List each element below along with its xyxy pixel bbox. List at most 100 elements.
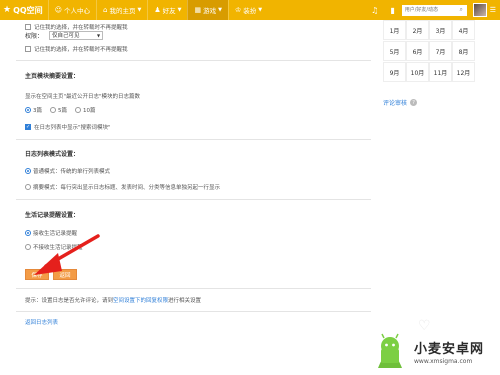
permission-label: 权限： bbox=[25, 33, 44, 40]
radio-summary-mode[interactable] bbox=[25, 184, 31, 190]
nav-label: 装扮 bbox=[243, 7, 257, 15]
divider bbox=[16, 288, 371, 289]
person-icon: ☺ bbox=[54, 6, 62, 14]
help-icon[interactable]: ? bbox=[410, 99, 418, 106]
tip-suffix: 进行相关设置 bbox=[168, 298, 202, 304]
no-remind-row[interactable]: 记住我的选择，并在转载时不再提醒我 bbox=[25, 45, 128, 53]
radio-normal-mode[interactable] bbox=[25, 168, 31, 174]
radio-3[interactable] bbox=[25, 107, 31, 113]
month-cell[interactable]: 12月 bbox=[452, 62, 475, 82]
month-cell[interactable]: 1月 bbox=[383, 20, 406, 40]
module-description: 显示在空间主页"最近公开日志"模块的日志篇数 bbox=[25, 94, 141, 100]
watermark-url: www.xmsigma.com bbox=[414, 357, 473, 365]
radio-5[interactable] bbox=[50, 107, 56, 113]
comment-review-label: 评论审核 bbox=[383, 100, 408, 107]
reply-permission-link[interactable]: 空间设置下的回复权限 bbox=[113, 298, 168, 304]
menu-icon[interactable]: ☰ bbox=[490, 6, 496, 14]
reminder-section-title: 生活记录提醒设置： bbox=[25, 212, 80, 219]
radio-reject[interactable] bbox=[25, 244, 31, 250]
permission-value: 仅自己可见 bbox=[52, 33, 80, 39]
reminder-reject[interactable]: 不接收生活记录提醒 bbox=[25, 243, 83, 251]
nav-item-games[interactable]: ▦ 游戏 ▼ bbox=[187, 0, 228, 20]
cancel-button[interactable]: 返回 bbox=[53, 269, 77, 280]
option-label: 3篇 bbox=[33, 108, 42, 114]
divider bbox=[16, 311, 371, 312]
nav-item-my-homepage[interactable]: ⌂ 我的主页 ▼ bbox=[96, 0, 147, 20]
topbar-tools: ♫ ▮ ⌕ ☰ bbox=[366, 0, 500, 20]
notification-icon[interactable]: ♫ bbox=[366, 6, 384, 15]
month-cell[interactable]: 9月 bbox=[383, 62, 406, 82]
search-icon[interactable]: ⌕ bbox=[455, 4, 467, 16]
remember-choice-row[interactable]: 记住我的选择，并在转载时不再提醒我 bbox=[25, 23, 128, 31]
module-count-options: 3篇 5篇 10篇 bbox=[25, 106, 104, 114]
chevron-down-icon: ▼ bbox=[177, 7, 182, 13]
stats-icon[interactable]: ▮ bbox=[384, 6, 402, 15]
radio-10[interactable] bbox=[75, 107, 81, 113]
nav-item-personal-center[interactable]: ☺ 个人中心 bbox=[47, 0, 96, 20]
chevron-down-icon: ▼ bbox=[258, 7, 263, 13]
module-section-title: 主页模块摘要设置： bbox=[25, 73, 80, 80]
qzone-logo[interactable]: ★ QQ空间 bbox=[0, 0, 48, 20]
option-label: 不接收生活记录提醒 bbox=[33, 245, 83, 251]
nav-item-dressup[interactable]: ♔ 装扮 ▼ bbox=[227, 0, 268, 20]
option-10[interactable]: 10篇 bbox=[75, 106, 96, 114]
option-label: 接收生活记录提醒 bbox=[33, 231, 78, 237]
divider bbox=[16, 139, 371, 140]
android-logo-icon bbox=[378, 333, 402, 368]
nav-label: 个人中心 bbox=[64, 7, 90, 15]
top-navigation-bar: ★ QQ空间 ☺ 个人中心 ⌂ 我的主页 ▼ ♟ 好友 ▼ ▦ 游戏 ▼ ♔ 装… bbox=[0, 0, 500, 20]
option-5[interactable]: 5篇 bbox=[50, 106, 67, 114]
search-module-row[interactable]: ✓ 在日志列表中显示"搜索词模块" bbox=[25, 123, 111, 131]
settings-tip: 提示：设置日志是否允许评论，请到空间设置下的回复权限进行相关设置 bbox=[25, 296, 201, 304]
month-cell[interactable]: 6月 bbox=[406, 41, 429, 61]
save-button[interactable]: 保存 bbox=[25, 269, 49, 280]
reminder-receive[interactable]: 接收生活记录提醒 bbox=[25, 229, 77, 237]
search-input[interactable] bbox=[401, 4, 456, 16]
list-mode-summary[interactable]: 摘要模式：每行突出显示日志标题、发表时间、分类等信息单独另起一行显示 bbox=[25, 183, 220, 191]
list-mode-section-title: 日志列表模式设置： bbox=[25, 151, 80, 158]
month-cell[interactable]: 5月 bbox=[383, 41, 406, 61]
home-icon: ⌂ bbox=[103, 6, 108, 14]
remember-label: 记住我的选择，并在转载时不再提醒我 bbox=[34, 25, 128, 31]
no-remind-label: 记住我的选择，并在转载时不再提醒我 bbox=[34, 47, 128, 53]
star-icon: ★ bbox=[3, 5, 12, 15]
nav-label: 我的主页 bbox=[109, 7, 136, 15]
remember-checkbox[interactable] bbox=[25, 24, 31, 30]
option-3[interactable]: 3篇 bbox=[25, 106, 42, 114]
back-to-list-link[interactable]: 返回日志列表 bbox=[25, 318, 58, 326]
divider bbox=[16, 199, 371, 200]
brand-label: QQ空间 bbox=[13, 5, 43, 15]
month-cell[interactable]: 11月 bbox=[429, 62, 452, 82]
divider bbox=[16, 60, 371, 61]
option-label: 10篇 bbox=[83, 108, 96, 114]
chevron-down-icon: ▼ bbox=[137, 7, 142, 13]
month-cell[interactable]: 3月 bbox=[429, 20, 452, 40]
option-label: 普通模式：传统的单行列表模式 bbox=[33, 169, 111, 175]
no-remind-checkbox[interactable] bbox=[25, 46, 31, 52]
permission-row: 权限： 仅自己可见 ▼ bbox=[25, 31, 104, 40]
chevron-down-icon: ▼ bbox=[96, 33, 101, 38]
list-mode-normal[interactable]: 普通模式：传统的单行列表模式 bbox=[25, 167, 110, 175]
month-cell[interactable]: 2月 bbox=[406, 20, 429, 40]
game-icon: ▦ bbox=[194, 6, 202, 14]
avatar[interactable] bbox=[472, 3, 487, 17]
nav-item-friends[interactable]: ♟ 好友 ▼ bbox=[147, 0, 187, 20]
radio-receive[interactable] bbox=[25, 230, 31, 236]
tip-prefix: 提示：设置日志是否允许评论，请到 bbox=[25, 298, 114, 304]
site-watermark: 小麦安卓网 www.xmsigma.com bbox=[370, 330, 496, 372]
option-label: 摘要模式：每行突出显示日志标题、发表时间、分类等信息单独另起一行显示 bbox=[33, 185, 221, 191]
watermark-title: 小麦安卓网 bbox=[414, 341, 485, 357]
search-module-label: 在日志列表中显示"搜索词模块" bbox=[34, 125, 111, 131]
permission-select[interactable]: 仅自己可见 ▼ bbox=[49, 31, 104, 40]
shirt-icon: ♔ bbox=[234, 6, 242, 14]
friends-icon: ♟ bbox=[154, 6, 161, 14]
option-label: 5篇 bbox=[58, 108, 67, 114]
chevron-down-icon: ▼ bbox=[218, 7, 222, 13]
month-cell[interactable]: 8月 bbox=[452, 41, 475, 61]
comment-review-link[interactable]: 评论审核 ? bbox=[383, 98, 418, 107]
month-cell[interactable]: 4月 bbox=[452, 20, 475, 40]
month-cell[interactable]: 7月 bbox=[429, 41, 452, 61]
month-cell[interactable]: 10月 bbox=[406, 62, 429, 82]
search-module-checkbox[interactable]: ✓ bbox=[25, 124, 31, 130]
nav-label: 游戏 bbox=[203, 7, 217, 15]
